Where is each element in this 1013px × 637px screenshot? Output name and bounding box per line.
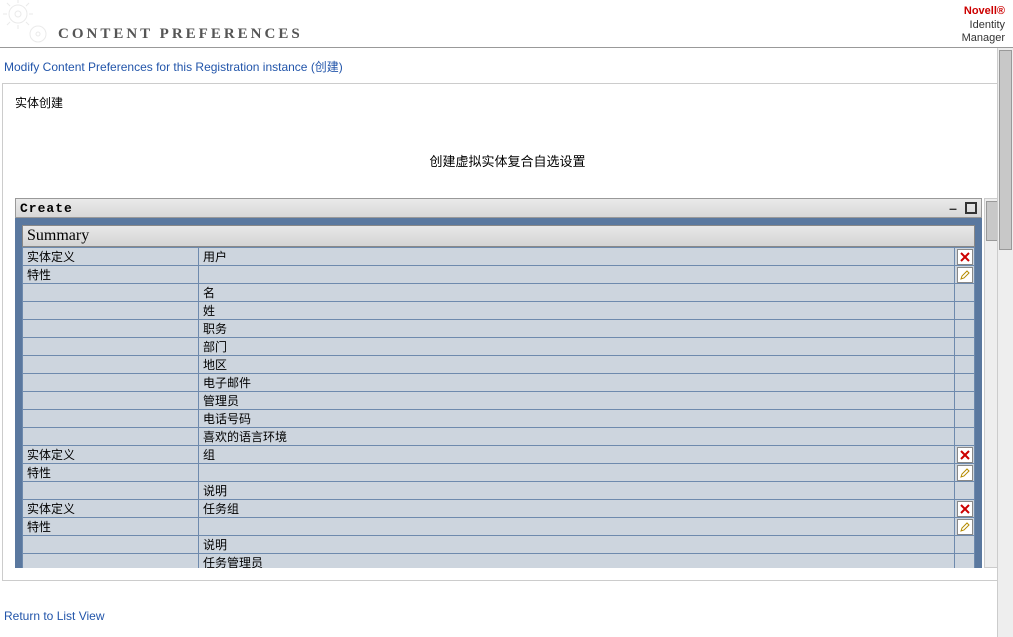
table-row: 管理员 <box>23 392 975 410</box>
attribute-value: 说明 <box>199 482 955 500</box>
table-row: 部门 <box>23 338 975 356</box>
table-row: 电话号码 <box>23 410 975 428</box>
table-row: 地区 <box>23 356 975 374</box>
entity-def-label: 实体定义 <box>23 500 199 518</box>
table-row: 说明 <box>23 536 975 554</box>
attribute-value: 任务管理员 <box>199 554 955 569</box>
table-row: 名 <box>23 284 975 302</box>
attribute-value: 姓 <box>199 302 955 320</box>
edit-icon[interactable] <box>957 519 973 535</box>
table-row: 实体定义用户 <box>23 248 975 266</box>
table-row: 任务管理员 <box>23 554 975 569</box>
summary-table: 实体定义用户特性名姓职务部门地区电子邮件管理员电话号码喜欢的语言环境实体定义组特… <box>22 247 975 568</box>
table-row: 职务 <box>23 320 975 338</box>
delete-icon[interactable] <box>957 447 973 463</box>
outer-scrollbar[interactable] <box>997 48 1013 637</box>
table-row: 喜欢的语言环境 <box>23 428 975 446</box>
delete-icon[interactable] <box>957 249 973 265</box>
maximize-icon[interactable] <box>965 202 977 214</box>
table-row: 说明 <box>23 482 975 500</box>
edit-icon[interactable] <box>957 465 973 481</box>
attribute-value: 电子邮件 <box>199 374 955 392</box>
section-label: 实体创建 <box>15 94 1000 111</box>
attribute-value: 职务 <box>199 320 955 338</box>
attribute-value: 喜欢的语言环境 <box>199 428 955 446</box>
page-title: CONTENT PREFERENCES <box>58 26 303 43</box>
table-row: 电子邮件 <box>23 374 975 392</box>
edit-icon[interactable] <box>957 267 973 283</box>
gear-decor <box>0 0 60 48</box>
return-link[interactable]: Return to List View <box>4 609 105 623</box>
table-row: 特性 <box>23 266 975 284</box>
entity-def-label: 实体定义 <box>23 248 199 266</box>
panel-titlebar: Create – <box>15 198 982 218</box>
attribute-value: 地区 <box>199 356 955 374</box>
subheading: 创建虚拟实体复合自选设置 <box>15 151 1000 170</box>
attribute-value: 部门 <box>199 338 955 356</box>
table-row: 特性 <box>23 464 975 482</box>
attribute-value: 名 <box>199 284 955 302</box>
subtitle: Modify Content Preferences for this Regi… <box>4 58 1013 75</box>
attributes-label: 特性 <box>23 266 199 284</box>
attribute-value: 管理员 <box>199 392 955 410</box>
delete-icon[interactable] <box>957 501 973 517</box>
brand-logo: Novell® Identity Manager <box>962 5 1005 47</box>
summary-label: Summary <box>22 225 975 247</box>
table-row: 实体定义组 <box>23 446 975 464</box>
entity-def-value: 用户 <box>199 248 955 266</box>
panel-title: Create <box>20 201 73 216</box>
table-row: 特性 <box>23 518 975 536</box>
table-row: 实体定义任务组 <box>23 500 975 518</box>
minimize-icon[interactable]: – <box>947 202 959 214</box>
attributes-label: 特性 <box>23 464 199 482</box>
attribute-value: 说明 <box>199 536 955 554</box>
main-frame: 实体创建 创建虚拟实体复合自选设置 Create – Summary 实体定义用… <box>2 83 1007 581</box>
summary-panel: Summary 实体定义用户特性名姓职务部门地区电子邮件管理员电话号码喜欢的语言… <box>15 218 982 568</box>
entity-def-value: 组 <box>199 446 955 464</box>
attributes-label: 特性 <box>23 518 199 536</box>
scrollbar-thumb[interactable] <box>999 50 1012 250</box>
entity-def-value: 任务组 <box>199 500 955 518</box>
entity-def-label: 实体定义 <box>23 446 199 464</box>
attribute-value: 电话号码 <box>199 410 955 428</box>
table-row: 姓 <box>23 302 975 320</box>
